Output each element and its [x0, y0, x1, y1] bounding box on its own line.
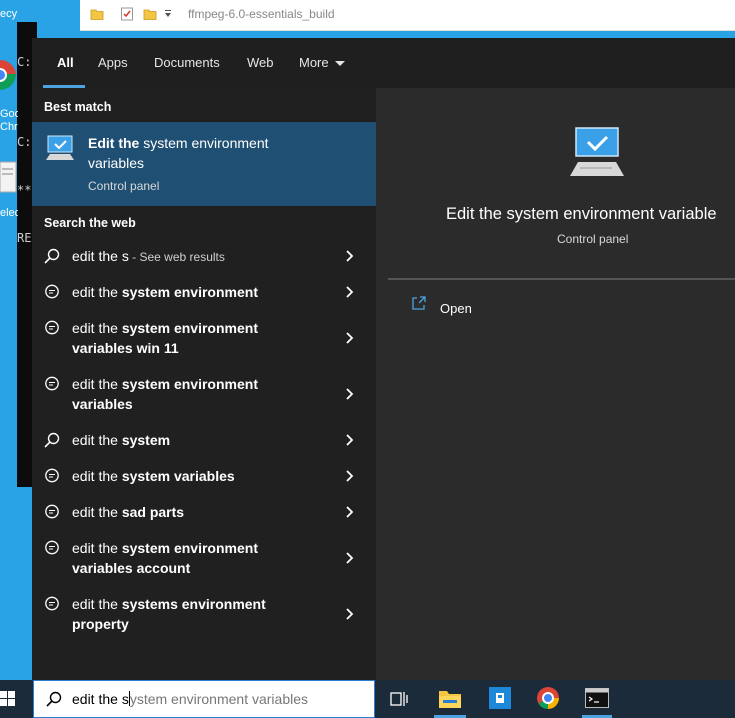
result-bold: system environment	[121, 284, 258, 300]
chat-bubble-icon	[45, 320, 59, 335]
search-flyout: All Apps Documents Web More Best match E…	[32, 38, 735, 680]
search-icon	[46, 691, 62, 707]
result-plain: edit the	[72, 320, 122, 336]
chrome-icon[interactable]	[536, 686, 560, 710]
result-text: edit the system environment variables ac…	[72, 538, 322, 578]
preview-pane: Edit the system environment variable Con…	[388, 102, 735, 680]
system-properties-icon	[570, 127, 624, 176]
tab-more[interactable]: More	[299, 55, 345, 70]
result-plain: edit the s	[72, 248, 129, 264]
chat-bubble-icon	[45, 468, 59, 483]
preview-subtitle: Control panel	[557, 232, 629, 246]
web-result-item[interactable]: edit the system environment	[32, 274, 376, 310]
store-app-icon[interactable]	[488, 686, 512, 710]
result-plain: edit the	[72, 284, 122, 300]
chevron-right-icon	[346, 552, 354, 564]
command-prompt-icon[interactable]	[585, 688, 609, 708]
chevron-right-icon	[346, 506, 354, 518]
result-text: edit the system variables	[72, 466, 322, 486]
web-result-item[interactable]: edit the system	[32, 422, 376, 458]
best-match-subtitle: Control panel	[88, 179, 160, 193]
result-plain: edit the	[72, 504, 122, 520]
web-result-item[interactable]: edit the sad parts	[32, 494, 376, 530]
chat-bubble-icon	[45, 596, 59, 611]
web-result-item[interactable]: edit the system environment variables ac…	[32, 530, 376, 586]
desktop-icon-label[interactable]: Goo	[0, 108, 18, 120]
search-typed-text: edit the s	[72, 691, 129, 707]
web-result-item[interactable]: edit the s - See web results	[32, 238, 376, 274]
properties-check-icon[interactable]	[120, 7, 134, 21]
result-plain: edit the	[72, 468, 122, 484]
result-bold: sad parts	[121, 504, 185, 520]
document-icon[interactable]	[0, 160, 18, 194]
result-plain: edit the	[72, 540, 122, 556]
result-text: edit the system environment variables	[72, 374, 322, 414]
best-match-heading: Best match	[44, 100, 112, 114]
chevron-right-icon	[346, 470, 354, 482]
search-tabs: All Apps Documents Web More	[32, 38, 735, 88]
best-match-title-bold: Edit the	[88, 135, 140, 151]
tab-documents[interactable]: Documents	[154, 55, 220, 70]
chat-bubble-icon	[45, 284, 59, 299]
chat-bubble-icon	[45, 504, 59, 519]
tab-apps[interactable]: Apps	[98, 55, 128, 70]
preview-title: Edit the system environment variable	[446, 205, 717, 223]
folder-icon[interactable]	[90, 7, 104, 21]
system-properties-icon	[46, 135, 74, 160]
result-text: edit the systems environment property	[72, 594, 322, 634]
web-result-item[interactable]: edit the system environment variables wi…	[32, 310, 376, 366]
search-icon	[44, 432, 60, 448]
web-result-item[interactable]: edit the system variables	[32, 458, 376, 494]
chevron-right-icon	[346, 332, 354, 344]
search-icon	[44, 248, 60, 264]
new-folder-icon[interactable]	[143, 7, 157, 21]
open-action[interactable]: Open	[412, 296, 472, 316]
divider	[388, 278, 735, 280]
desktop-icon-label[interactable]: ecy	[0, 8, 18, 20]
web-result-item[interactable]: edit the system environment variables	[32, 366, 376, 422]
chevron-right-icon	[346, 286, 354, 298]
search-web-heading: Search the web	[44, 216, 136, 230]
file-explorer-icon[interactable]	[438, 686, 462, 710]
web-result-item[interactable]: edit the systems environment property	[32, 586, 376, 642]
result-plain: edit the	[72, 376, 122, 392]
task-view-icon[interactable]	[390, 690, 410, 708]
file-explorer-titlebar[interactable]: ffmpeg-6.0-essentials_build	[80, 0, 735, 31]
result-text: edit the system environment variables wi…	[72, 318, 322, 358]
open-label: Open	[440, 301, 472, 316]
taskbar-search-box[interactable]: edit the system environment variables	[33, 680, 375, 718]
chat-bubble-icon	[45, 376, 59, 391]
explorer-path: ffmpeg-6.0-essentials_build	[188, 7, 335, 21]
result-plain: edit the	[72, 432, 122, 448]
chevron-down-icon	[334, 61, 345, 67]
chevron-right-icon	[346, 250, 354, 262]
tab-more-label: More	[299, 55, 329, 70]
chat-bubble-icon	[45, 540, 59, 555]
search-input[interactable]: edit the system environment variables	[72, 691, 308, 707]
best-match-item[interactable]: Edit the system environment variables Co…	[32, 122, 376, 206]
search-autocomplete: ystem environment variables	[129, 691, 309, 707]
open-external-icon	[412, 296, 426, 310]
result-text: edit the system environment	[72, 282, 322, 302]
chevron-right-icon	[346, 388, 354, 400]
desktop-icon-label[interactable]: Chr	[0, 121, 18, 133]
chevron-right-icon	[346, 608, 354, 620]
quick-access-dropdown-icon[interactable]	[163, 7, 173, 21]
desktop-icon-label[interactable]: elec	[0, 207, 18, 219]
tab-all[interactable]: All	[57, 55, 74, 70]
result-bold: system	[121, 432, 171, 448]
chrome-icon[interactable]	[0, 60, 16, 100]
result-text: edit the system	[72, 430, 322, 450]
result-plain: edit the	[72, 596, 122, 612]
result-hint: - See web results	[128, 250, 225, 264]
windows-start-icon[interactable]	[0, 691, 16, 707]
result-text: edit the s - See web results	[72, 246, 322, 267]
result-text: edit the sad parts	[72, 502, 322, 522]
tab-web[interactable]: Web	[247, 55, 274, 70]
result-bold: system variables	[121, 468, 235, 484]
best-match-title: Edit the system environment variables	[88, 133, 328, 173]
results-pane: Best match Edit the system environment v…	[32, 88, 376, 680]
chevron-right-icon	[346, 434, 354, 446]
